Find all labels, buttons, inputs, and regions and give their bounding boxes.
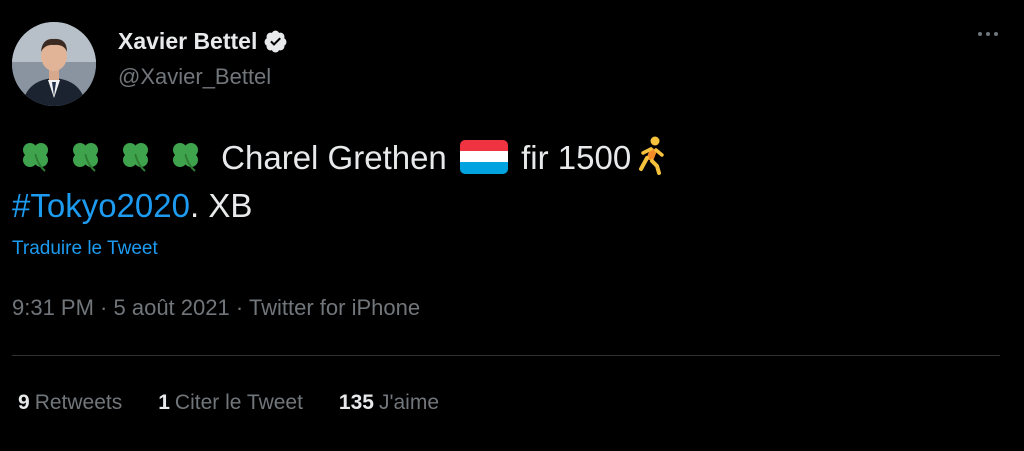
quote-tweets-stat[interactable]: 1 Citer le Tweet xyxy=(158,391,303,415)
tweet-date[interactable]: 5 août 2021 xyxy=(114,295,230,320)
translate-tweet-link[interactable]: Traduire le Tweet xyxy=(12,238,158,260)
tweet-text: Charel Grethen fir 1500 #Tokyo2020. XB xyxy=(12,134,992,230)
shamrock-icon xyxy=(73,143,98,172)
retweets-count: 9 xyxy=(18,391,30,414)
tweet-card: Xavier Bettel @Xavier_Bettel Charel Gret… xyxy=(0,0,1024,451)
tweet-time[interactable]: 9:31 PM xyxy=(12,295,94,320)
verified-badge-icon xyxy=(264,30,287,53)
person-in-suit-avatar-icon xyxy=(12,22,96,106)
quote-tweets-label: Citer le Tweet xyxy=(174,391,303,414)
tweet-text-part3: . XB xyxy=(189,187,253,224)
divider xyxy=(12,355,1000,356)
shamrock-icon xyxy=(173,143,198,172)
tweet-source[interactable]: Twitter for iPhone xyxy=(249,295,420,320)
tweet-text-part2: fir 1500 xyxy=(521,139,632,176)
shamrock-icon xyxy=(123,143,148,172)
person-running-icon xyxy=(639,136,664,175)
likes-count: 135 xyxy=(338,391,374,414)
display-name[interactable]: Xavier Bettel xyxy=(118,28,257,55)
likes-stat[interactable]: 135 J'aime xyxy=(339,391,439,415)
tweet-metadata: 9:31 PM · 5 août 2021 · Twitter for iPho… xyxy=(12,295,420,321)
quote-tweets-count: 1 xyxy=(158,391,170,414)
meta-separator: · xyxy=(229,295,249,320)
author-name[interactable]: Xavier Bettel xyxy=(118,28,288,55)
avatar[interactable] xyxy=(12,22,96,106)
likes-label: J'aime xyxy=(378,391,439,414)
retweets-label: Retweets xyxy=(34,391,123,414)
more-options-icon[interactable] xyxy=(978,32,998,36)
hashtag-link[interactable]: #Tokyo2020 xyxy=(12,187,190,224)
luxembourg-flag-icon xyxy=(459,140,508,174)
tweet-text-part1: Charel Grethen xyxy=(221,139,447,176)
tweet-stats: 9 Retweets 1 Citer le Tweet 135 J'aime xyxy=(18,391,439,415)
meta-separator: · xyxy=(93,295,114,320)
retweets-stat[interactable]: 9 Retweets xyxy=(18,391,122,415)
shamrock-icon xyxy=(23,143,48,172)
author-handle[interactable]: @Xavier_Bettel xyxy=(118,64,271,90)
